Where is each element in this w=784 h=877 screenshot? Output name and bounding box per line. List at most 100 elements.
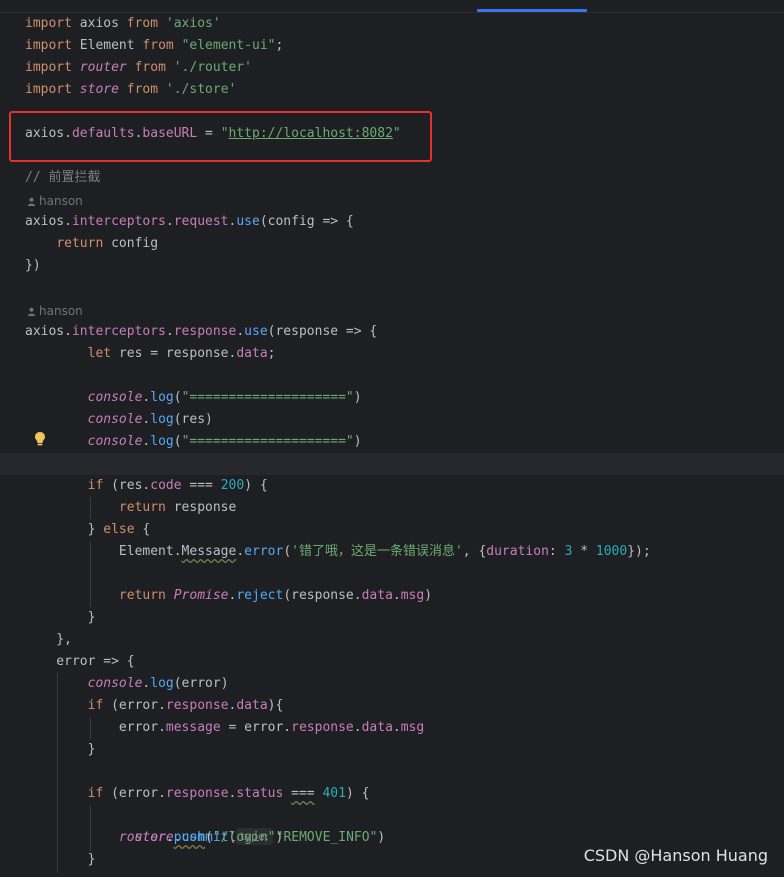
code-token: response xyxy=(165,500,237,515)
code-token: = error. xyxy=(220,720,292,735)
code-token: import xyxy=(25,60,72,75)
code-token: ){ xyxy=(267,698,284,713)
code-token: from xyxy=(126,82,159,97)
code-token: Promise xyxy=(173,588,229,603)
code-token: . xyxy=(392,720,401,735)
code-token: }) xyxy=(25,258,41,273)
current-line-highlight xyxy=(0,453,784,475)
code-token: axios. xyxy=(25,214,72,229)
code-token: { xyxy=(134,522,151,537)
code-line[interactable]: } xyxy=(0,739,784,761)
code-token: data xyxy=(361,720,393,735)
code-token: (error) xyxy=(173,676,229,691)
lightbulb-icon[interactable] xyxy=(33,431,47,447)
code-token: ) xyxy=(275,830,284,845)
code-line[interactable]: } xyxy=(0,607,784,629)
code-line[interactable]: if (error.response.data){ xyxy=(0,695,784,717)
code-token: . xyxy=(353,720,362,735)
code-token: from xyxy=(142,38,174,53)
code-token: data xyxy=(361,588,393,603)
code-line[interactable]: return config xyxy=(0,233,784,255)
code-line[interactable]: if (error.response.status === 401) { xyxy=(0,783,784,805)
author-hint[interactable]: hanson xyxy=(27,302,83,320)
code-token: } xyxy=(25,742,96,757)
code-token: response xyxy=(291,720,354,735)
active-tab-indicator[interactable] xyxy=(477,9,587,12)
code-line[interactable]: error.message = error.response.data.msg xyxy=(0,717,784,739)
code-token: "====================" xyxy=(181,390,354,405)
code-token: } xyxy=(25,610,96,625)
code-line[interactable]: }, xyxy=(0,629,784,651)
code-line[interactable]: console.log("====================") xyxy=(0,387,784,409)
code-line-response-interceptor[interactable]: axios.interceptors.response.use(response… xyxy=(0,321,784,343)
code-token: console xyxy=(87,434,143,449)
code-line[interactable]: }) xyxy=(0,255,784,277)
code-line[interactable]: let res = response.data; xyxy=(0,343,784,365)
code-token: import xyxy=(25,82,72,97)
code-token: 1000 xyxy=(595,544,628,559)
code-token: Message xyxy=(181,544,237,559)
code-token: import xyxy=(25,16,72,31)
code-line-import-element[interactable]: import Element from "element-ui"; xyxy=(0,35,784,57)
code-line-request-interceptor[interactable]: axios.interceptors.request.use(config =>… xyxy=(0,211,784,233)
code-token: response xyxy=(165,786,229,801)
person-icon xyxy=(27,197,36,206)
code-token: . xyxy=(236,324,245,339)
code-token: import xyxy=(25,38,72,53)
code-token: Element xyxy=(71,38,143,53)
code-line[interactable]: return response xyxy=(0,497,784,519)
code-line-import-axios[interactable]: import axios from 'axios' xyxy=(0,13,784,35)
code-line-import-store[interactable]: import store from './store' xyxy=(0,79,784,101)
code-token: * xyxy=(572,544,596,559)
code-token: reject xyxy=(236,588,284,603)
code-line[interactable]: error => { xyxy=(0,651,784,673)
code-token: router xyxy=(118,830,166,845)
person-icon xyxy=(27,307,36,316)
code-token: ( xyxy=(173,434,182,449)
code-token: duration xyxy=(486,544,549,559)
code-line-store-commit[interactable]: store.commit(type: "REMOVE_INFO") xyxy=(0,805,784,845)
code-token: error. xyxy=(25,720,166,735)
code-line[interactable]: console.log("====================") xyxy=(0,431,784,453)
code-token: . xyxy=(236,544,245,559)
code-token: . xyxy=(165,324,174,339)
code-line-element-message[interactable]: Element.Message.error('错了哦，这是一条错误消息', {d… xyxy=(0,541,784,563)
code-token: ) { xyxy=(345,786,370,801)
author-hint[interactable]: hanson xyxy=(27,192,83,210)
code-line[interactable]: if (res.code === 200) { xyxy=(0,475,784,497)
watermark: CSDN @Hanson Huang xyxy=(583,846,768,865)
code-token: return xyxy=(56,236,104,251)
code-token: request xyxy=(173,214,229,229)
code-token: ; xyxy=(267,346,276,361)
code-token: msg xyxy=(400,720,425,735)
code-token: interceptors xyxy=(71,214,166,229)
code-line[interactable]: return Promise.reject(response.data.msg) xyxy=(0,585,784,607)
code-token: 200 xyxy=(220,478,245,493)
code-token: . xyxy=(392,588,401,603)
code-token: . xyxy=(165,830,174,845)
code-line[interactable]: console.log(error) xyxy=(0,673,784,695)
code-token: data xyxy=(236,346,268,361)
code-token: (config => { xyxy=(259,214,354,229)
code-token: } xyxy=(25,522,104,537)
code-line[interactable]: } else { xyxy=(0,519,784,541)
code-token: '错了哦，这是一条错误消息' xyxy=(291,544,463,559)
code-token: (res. xyxy=(103,478,151,493)
code-line-comment[interactable]: // 前置拦截 xyxy=(0,167,784,189)
code-token: response xyxy=(173,324,237,339)
code-line-import-router[interactable]: import router from './router' xyxy=(0,57,784,79)
code-token: 'axios' xyxy=(165,16,221,31)
code-line[interactable]: console.log(res) xyxy=(0,409,784,431)
code-token: response xyxy=(165,698,229,713)
code-token: , { xyxy=(462,544,487,559)
